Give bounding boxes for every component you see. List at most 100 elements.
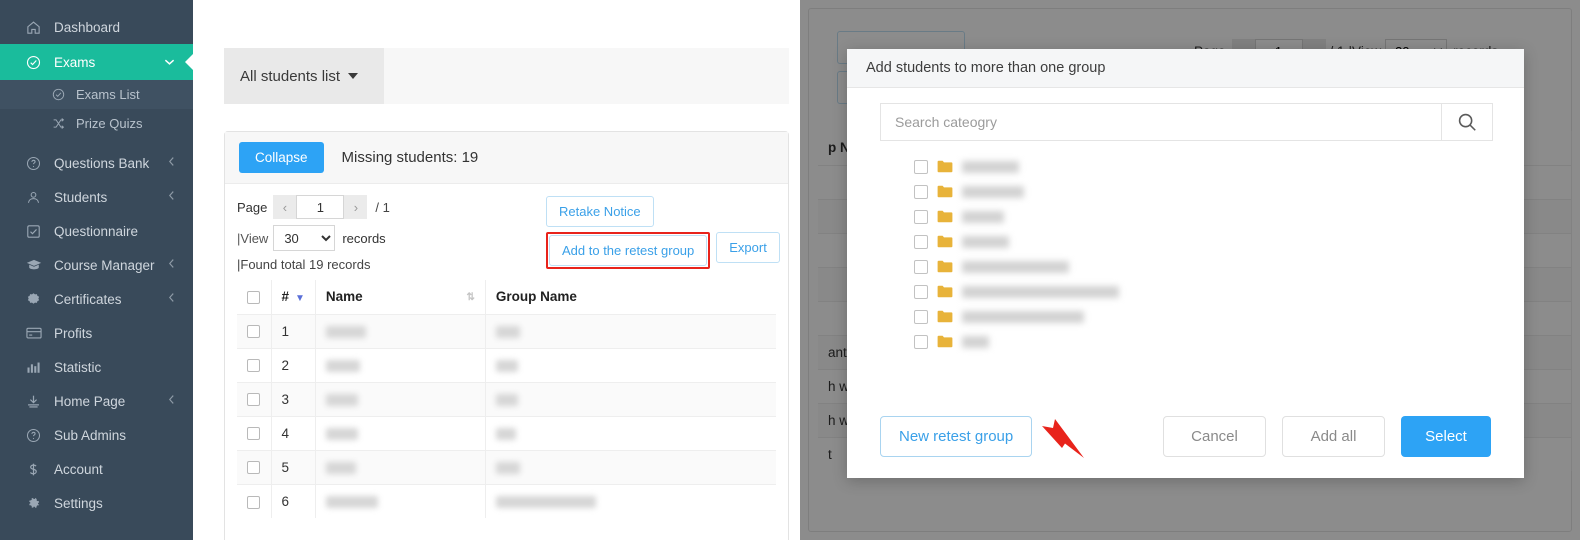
list-item[interactable]: [847, 254, 1524, 279]
list-item[interactable]: [847, 229, 1524, 254]
row-checkbox[interactable]: [247, 427, 260, 441]
folder-checkbox[interactable]: [914, 234, 928, 249]
folder-icon: [937, 285, 953, 298]
folder-checkbox[interactable]: [914, 334, 928, 349]
redacted-group: [495, 427, 516, 440]
table-row[interactable]: 6: [237, 483, 776, 518]
row-name: [315, 313, 486, 348]
sidebar-item-statistic[interactable]: Statistic: [0, 350, 193, 384]
sidebar-item-profits[interactable]: Profits: [0, 316, 193, 350]
row-checkbox[interactable]: [247, 393, 260, 407]
page-size-select[interactable]: 30: [273, 225, 336, 251]
page-label: Page: [237, 199, 268, 215]
redacted-folder-label: [962, 335, 989, 348]
row-number: 1: [271, 313, 316, 348]
list-item[interactable]: [847, 279, 1524, 304]
sidebar-item-certificates[interactable]: Certificates: [0, 282, 193, 316]
tab-label: All students list: [240, 67, 341, 85]
list-item[interactable]: [847, 304, 1524, 329]
row-checkbox[interactable]: [247, 461, 260, 475]
row-group-name: [485, 347, 776, 382]
sidebar-item-dashboard[interactable]: Dashboard: [0, 10, 193, 44]
sidebar-item-prize-quizs[interactable]: Prize Quizs: [0, 109, 193, 138]
panel-header: Collapse Missing students: 19: [225, 132, 788, 184]
table-row[interactable]: 4: [237, 415, 776, 450]
column-header-name[interactable]: Name ⇅: [315, 280, 486, 314]
redacted-name: [325, 461, 356, 474]
list-item[interactable]: [847, 179, 1524, 204]
cancel-button[interactable]: Cancel: [1163, 416, 1266, 457]
tab-all-students-list[interactable]: All students list: [224, 48, 384, 104]
certificate-icon: [26, 292, 48, 307]
sidebar-item-label: Questions Bank: [54, 155, 150, 171]
row-number: 3: [271, 381, 316, 416]
modal-footer-actions: Cancel Add all Select: [1163, 416, 1491, 457]
redacted-folder-label: [962, 210, 1004, 223]
select-all-checkbox[interactable]: [247, 291, 260, 305]
folder-checkbox[interactable]: [914, 209, 928, 224]
row-checkbox[interactable]: [247, 495, 260, 509]
row-group-name: [485, 483, 776, 518]
chevron-left-icon: [168, 190, 175, 204]
sidebar-item-questions-bank[interactable]: Questions Bank: [0, 146, 193, 180]
search-input[interactable]: [881, 104, 1441, 140]
caret-down-icon: [348, 73, 359, 79]
list-item[interactable]: [847, 154, 1524, 179]
sidebar-item-course-manager[interactable]: Course Manager: [0, 248, 193, 282]
sidebar-item-exams-list[interactable]: Exams List: [0, 80, 193, 109]
students-table: # ▼ Name ⇅ Group Name 1 2 3 4 5 6: [237, 280, 776, 518]
table-row[interactable]: 1: [237, 313, 776, 348]
sidebar-item-label: Account: [54, 461, 103, 477]
redacted-group: [495, 359, 518, 372]
sidebar-item-label: Students: [54, 189, 108, 205]
list-item[interactable]: [847, 329, 1524, 354]
row-number: 5: [271, 449, 316, 484]
sidebar-item-students[interactable]: Students: [0, 180, 193, 214]
sidebar-item-settings[interactable]: Settings: [0, 486, 193, 520]
column-header-group-name[interactable]: Group Name: [485, 280, 776, 314]
column-header-number[interactable]: # ▼: [271, 280, 316, 314]
sidebar-item-sub-admins[interactable]: Sub Admins: [0, 418, 193, 452]
add-students-modal: Add students to more than one group Sear…: [847, 49, 1524, 478]
missing-students-text: Missing students: 19: [341, 149, 479, 166]
collapse-button[interactable]: Collapse: [239, 142, 324, 173]
list-item[interactable]: [847, 204, 1524, 229]
add-all-button[interactable]: Add all: [1282, 416, 1385, 457]
table-row[interactable]: 5: [237, 449, 776, 484]
new-retest-group-button[interactable]: New retest group: [880, 416, 1033, 457]
row-checkbox-cell: [237, 415, 272, 450]
sidebar-item-account[interactable]: Account: [0, 452, 193, 486]
column-label: #: [281, 289, 290, 305]
export-button[interactable]: Export: [716, 232, 780, 263]
retake-notice-button[interactable]: Retake Notice: [546, 196, 654, 227]
table-row[interactable]: 3: [237, 381, 776, 416]
folder-checkbox[interactable]: [914, 309, 928, 324]
folder-checkbox[interactable]: [914, 184, 928, 199]
folder-checkbox[interactable]: [914, 259, 928, 274]
page-number-input[interactable]: [296, 195, 345, 219]
check-circle-icon: [52, 88, 72, 101]
app-root: Dashboard Exams Exams List Prize Quizs Q…: [0, 0, 1580, 540]
table-row[interactable]: 2: [237, 347, 776, 382]
row-name: [315, 415, 486, 450]
select-button[interactable]: Select: [1401, 416, 1491, 457]
sidebar-item-exams[interactable]: Exams: [0, 44, 193, 80]
row-checkbox-cell: [237, 449, 272, 484]
row-checkbox[interactable]: [247, 359, 260, 373]
redacted-name: [325, 325, 366, 338]
prev-page-button[interactable]: ‹: [273, 195, 297, 219]
redacted-group: [495, 393, 518, 406]
folder-checkbox[interactable]: [914, 284, 928, 299]
row-checkbox[interactable]: [247, 325, 260, 339]
sidebar-item-label: Questionnaire: [54, 223, 139, 239]
next-page-button[interactable]: ›: [344, 195, 368, 219]
search-icon[interactable]: [1441, 104, 1492, 140]
add-to-the-retest-group-button[interactable]: Add to the retest group: [549, 235, 708, 266]
select-all-header: [237, 280, 272, 314]
folder-checkbox[interactable]: [914, 159, 928, 174]
sidebar-item-home-page[interactable]: Home Page: [0, 384, 193, 418]
tab-bar: All students list: [224, 48, 789, 104]
credit-card-icon: [26, 326, 48, 340]
sidebar-item-questionnaire[interactable]: Questionnaire: [0, 214, 193, 248]
folder-icon: [937, 235, 953, 248]
